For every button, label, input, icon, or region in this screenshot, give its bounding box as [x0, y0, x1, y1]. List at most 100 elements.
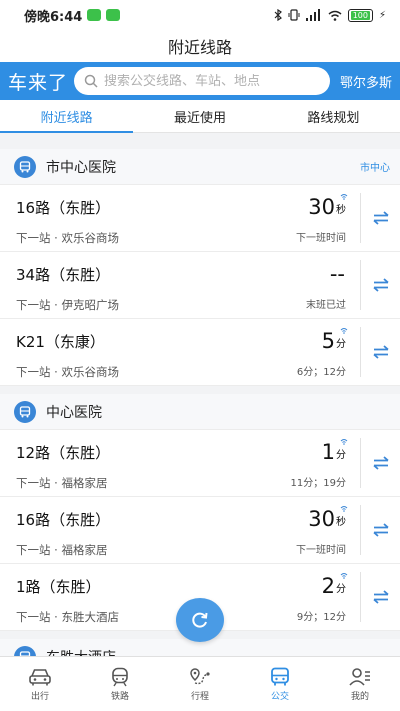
nav-label: 我的: [350, 691, 369, 702]
eta-unit: 分: [336, 584, 346, 595]
switch-direction-icon: [372, 278, 389, 292]
stop-name: 市中心医院: [46, 159, 116, 176]
realtime-signal-icon: [340, 328, 348, 334]
nav-item-railway[interactable]: 铁路: [80, 657, 160, 711]
wifi-icon: [328, 10, 342, 21]
realtime-signal-icon: [340, 194, 348, 200]
nav-item-trips[interactable]: 行程: [160, 657, 240, 711]
route-row[interactable]: K21（东康） 下一站 · 欢乐谷商场 5 分 6分；12分: [0, 319, 400, 386]
battery-icon: 100: [347, 8, 373, 22]
eta-value: 5: [321, 329, 335, 353]
charging-icon: ⚡: [378, 9, 386, 21]
nav-item-bus[interactable]: 公交: [240, 657, 320, 711]
district-label: 市中心: [360, 163, 390, 174]
car-icon: [29, 668, 51, 685]
switch-direction-button[interactable]: [360, 572, 400, 622]
eta-unit: 分: [336, 339, 346, 350]
eta-detail: 6分；12分: [296, 367, 346, 378]
page-title: 附近线路: [0, 30, 400, 62]
eta-detail: 下一班时间: [296, 233, 346, 244]
eta-detail: 下一班时间: [296, 545, 346, 556]
route-row[interactable]: 16路（东胜） 下一站 · 欢乐谷商场 30 秒 下一班时间: [0, 185, 400, 252]
status-bar: 傍晚6:44 100 ⚡: [0, 0, 400, 30]
switch-direction-button[interactable]: [360, 260, 400, 310]
switch-direction-button[interactable]: [360, 505, 400, 555]
route-name: 34路（东胜）: [16, 266, 111, 284]
eta: 5 分: [321, 328, 348, 353]
eta: --: [330, 262, 346, 286]
eta-value: 1: [321, 440, 335, 464]
bluetooth-icon: [274, 9, 282, 21]
realtime-signal-icon: [340, 573, 348, 579]
app-logo-text: 车来了: [8, 71, 69, 94]
search-bar: 车来了 鄂尔多斯: [0, 62, 400, 100]
tab-bar: 附近线路 最近使用 路线规划: [0, 100, 400, 133]
city-selector[interactable]: 鄂尔多斯: [336, 72, 392, 91]
switch-direction-button[interactable]: [360, 327, 400, 377]
switch-direction-icon: [372, 523, 389, 537]
eta-value: --: [329, 262, 345, 286]
nav-item-me[interactable]: 我的: [320, 657, 400, 711]
eta-value: 2: [321, 574, 335, 598]
stop-name: 东胜大酒店: [46, 647, 390, 657]
bus-stop-icon: [14, 155, 36, 178]
eta-value: 30: [308, 507, 335, 531]
nav-item-travel[interactable]: 出行: [0, 657, 80, 711]
eta-unit: 秒: [336, 517, 346, 528]
stop-header[interactable]: 市中心医院 市中心: [0, 149, 400, 185]
nav-label: 铁路: [110, 691, 129, 702]
profile-icon: [349, 667, 370, 686]
refresh-icon: [192, 612, 208, 628]
search-box[interactable]: [74, 67, 330, 95]
switch-direction-button[interactable]: [360, 438, 400, 488]
bus-stop-icon: [14, 400, 36, 423]
status-time: 傍晚6:44: [24, 9, 83, 25]
nearby-list[interactable]: 市中心医院 市中心 16路（东胜） 下一站 · 欢乐谷商场 30 秒 下一班时间…: [0, 141, 400, 656]
eta-unit: 分: [336, 450, 346, 461]
eta-detail: 11分；19分: [290, 478, 346, 489]
eta: 2 分: [321, 573, 348, 598]
realtime-signal-icon: [340, 439, 348, 445]
refresh-button[interactable]: [176, 598, 224, 642]
eta: 30 秒: [308, 506, 348, 531]
search-icon: [84, 74, 98, 88]
stop-name: 中心医院: [46, 404, 102, 421]
app-notification-icon: [106, 9, 121, 21]
bus-stop-icon: [14, 645, 36, 656]
tab-route-planning[interactable]: 路线规划: [267, 100, 400, 132]
route-name: 1路（东胜）: [16, 578, 101, 596]
switch-direction-icon: [372, 590, 389, 604]
stop-group: 中心医院 12路（东胜） 下一站 · 福格家居 1 分 11分；19分 16路（…: [0, 394, 400, 631]
switch-direction-icon: [372, 456, 389, 470]
eta-detail: 末班已过: [306, 300, 346, 311]
route-row[interactable]: 16路（东胜） 下一站 · 福格家居 30 秒 下一班时间: [0, 497, 400, 564]
switch-direction-button[interactable]: [360, 193, 400, 243]
eta: 1 分: [321, 439, 348, 464]
signal-icon: [305, 9, 320, 21]
vibrate-icon: [288, 9, 300, 21]
eta-detail: 9分；12分: [296, 612, 346, 623]
route-row[interactable]: 34路（东胜） 下一站 · 伊克昭广场 -- 末班已过: [0, 252, 400, 319]
route-name: 12路（东胜）: [16, 444, 111, 462]
nav-label: 出行: [30, 691, 49, 702]
eta-unit: 秒: [336, 205, 346, 216]
realtime-signal-icon: [340, 506, 348, 512]
stop-group: 市中心医院 市中心 16路（东胜） 下一站 · 欢乐谷商场 30 秒 下一班时间…: [0, 149, 400, 386]
switch-direction-icon: [372, 345, 389, 359]
bottom-nav: 出行 铁路 行程 公交 我的: [0, 656, 400, 711]
search-input[interactable]: [104, 73, 320, 89]
tab-recent[interactable]: 最近使用: [133, 100, 266, 132]
eta: 30 秒: [308, 194, 348, 219]
switch-direction-icon: [372, 211, 389, 225]
nav-label: 行程: [190, 691, 209, 702]
route-icon: [190, 667, 210, 684]
nav-label: 公交: [270, 691, 289, 702]
tab-nearby-routes[interactable]: 附近线路: [0, 100, 134, 133]
route-row[interactable]: 12路（东胜） 下一站 · 福格家居 1 分 11分；19分: [0, 430, 400, 497]
train-icon: [112, 667, 128, 686]
eta-value: 30: [308, 195, 335, 219]
bus-icon: [271, 667, 289, 685]
stop-header[interactable]: 中心医院: [0, 394, 400, 430]
app-notification-icon: [87, 9, 102, 21]
route-name: K21（东康）: [16, 333, 105, 351]
